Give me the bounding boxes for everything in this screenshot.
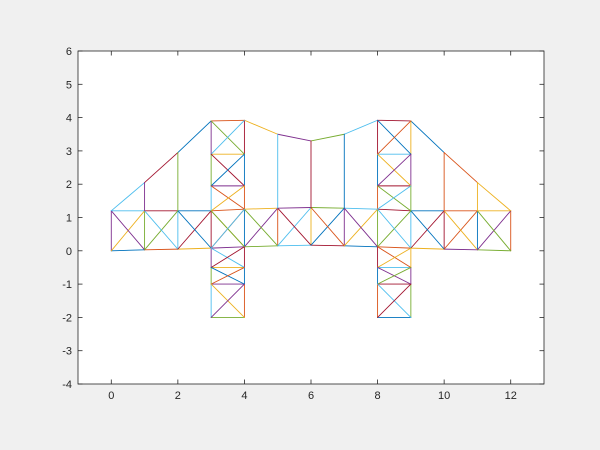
y-tick-label: -1 — [62, 279, 72, 291]
x-tick-label: 8 — [375, 390, 381, 402]
x-tick-label: 4 — [241, 390, 247, 402]
y-tick-label: 0 — [66, 246, 72, 258]
y-tick-label: 3 — [66, 146, 72, 158]
y-tick-label: -4 — [62, 379, 72, 391]
y-tick-label: -3 — [62, 346, 72, 358]
x-tick-label: 0 — [108, 390, 114, 402]
x-tick-label: 10 — [438, 390, 450, 402]
y-tick-label: 4 — [66, 113, 72, 125]
y-tick-label: -2 — [62, 312, 72, 324]
x-tick-label: 12 — [505, 390, 517, 402]
y-tick-label: 6 — [66, 46, 72, 58]
plot-area: 0 2 4 6 8 10 12-4-3-2-10123456 — [62, 46, 545, 402]
x-tick-label: 2 — [175, 390, 181, 402]
x-tick-label: 6 — [308, 390, 314, 402]
y-tick-label: 5 — [66, 79, 72, 91]
y-tick-label: 1 — [66, 213, 72, 225]
figure-canvas: 0 2 4 6 8 10 12-4-3-2-10123456 — [0, 0, 600, 450]
y-tick-label: 2 — [66, 179, 72, 191]
